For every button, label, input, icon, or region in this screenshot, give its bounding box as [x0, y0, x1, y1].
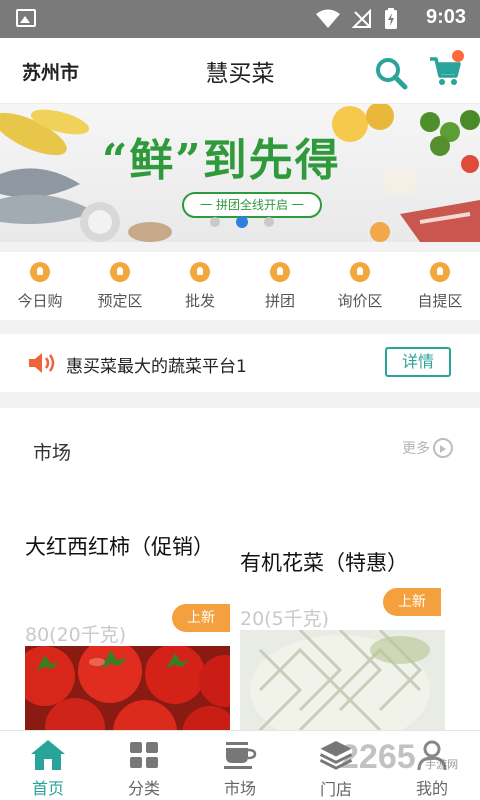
more-label: 更多 — [402, 441, 430, 457]
product-name: 大红西红柿（促销） — [25, 535, 214, 559]
carousel-dot-active[interactable] — [236, 216, 248, 228]
market-section: 市场 更多 大红西红柿（促销） 80(20千克) 上新 有机花菜（特惠） 20(… — [0, 408, 480, 730]
cup-icon — [224, 742, 257, 769]
more-link[interactable]: 更多 — [402, 438, 453, 458]
product-image-cauliflower — [240, 630, 445, 730]
home-icon — [31, 740, 65, 770]
product-image-tomato — [25, 646, 230, 730]
speaker-icon — [29, 353, 55, 373]
tab-label: 分类 — [127, 779, 160, 798]
banner-slogan: “鲜”到先得 — [102, 135, 341, 186]
bulb-icon — [430, 262, 450, 282]
category-label: 自提区 — [417, 292, 463, 310]
details-button[interactable]: 详情 — [385, 347, 451, 377]
category-wholesale[interactable]: 批发 — [160, 252, 240, 320]
status-time: 9:03 — [425, 6, 466, 28]
banner-subtitle: 一 拼团全线开启 一 — [182, 192, 322, 218]
bulb-icon — [30, 262, 50, 282]
category-label: 询价区 — [337, 292, 383, 310]
status-bar: 9:03 — [0, 0, 480, 38]
category-today[interactable]: 今日购 — [0, 252, 80, 320]
no-signal-icon — [352, 9, 371, 28]
site-watermark: 2265 手游网 — [340, 738, 458, 777]
category-groupbuy[interactable]: 拼团 — [240, 252, 320, 320]
bulb-icon — [110, 262, 130, 282]
wifi-icon — [316, 9, 340, 28]
category-inquiry[interactable]: 询价区 — [320, 252, 400, 320]
bulb-icon — [190, 262, 210, 282]
arrow-right-icon — [433, 438, 453, 458]
app-header: 苏州市 慧买菜 — [0, 38, 480, 104]
tab-label: 首页 — [31, 779, 64, 798]
bulb-icon — [270, 262, 290, 282]
app-title: 慧买菜 — [205, 61, 275, 87]
watermark-brand: 2265 — [340, 738, 416, 776]
new-badge: 上新 — [172, 604, 230, 632]
category-label: 批发 — [184, 292, 215, 310]
product-card[interactable]: 有机花菜（特惠） 20(5千克) 上新 — [240, 548, 445, 730]
carousel-indicator — [210, 216, 274, 228]
product-name: 有机花菜（特惠） — [240, 551, 408, 575]
category-pickup[interactable]: 自提区 — [400, 252, 480, 320]
category-presale[interactable]: 预定区 — [80, 252, 160, 320]
new-badge: 上新 — [383, 588, 441, 616]
tab-category[interactable]: 分类 — [96, 731, 192, 800]
category-label: 今日购 — [17, 292, 63, 310]
promo-banner[interactable]: “鲜”到先得 一 拼团全线开启 一 — [0, 104, 480, 242]
bulb-icon — [350, 262, 370, 282]
tab-label: 我的 — [415, 779, 448, 798]
carousel-dot[interactable] — [264, 217, 274, 227]
grid-icon — [130, 742, 158, 768]
announcement-bar: 惠买菜最大的蔬菜平台1 详情 — [0, 334, 480, 392]
category-shortcuts: 今日购 预定区 批发 拼团 询价区 自提区 — [0, 252, 480, 320]
tab-home[interactable]: 首页 — [0, 731, 96, 800]
product-price: 80(20千克) — [25, 624, 127, 646]
search-icon[interactable] — [374, 56, 408, 90]
announcement-text: 惠买菜最大的蔬菜平台1 — [66, 357, 247, 377]
product-price: 20(5千克) — [240, 608, 330, 630]
tab-label: 市场 — [223, 779, 256, 798]
image-notification-icon — [16, 9, 36, 27]
product-card[interactable]: 大红西红柿（促销） 80(20千克) 上新 — [25, 532, 230, 730]
carousel-dot[interactable] — [210, 217, 220, 227]
section-title: 市场 — [33, 442, 72, 464]
tab-market[interactable]: 市场 — [192, 731, 288, 800]
battery-charging-icon — [385, 8, 397, 29]
tab-label: 门店 — [319, 780, 352, 799]
watermark-sub: 手游网 — [425, 759, 459, 771]
cart-badge-dot — [452, 50, 464, 62]
category-label: 拼团 — [264, 292, 295, 310]
category-label: 预定区 — [97, 292, 143, 310]
status-icons — [316, 8, 398, 30]
